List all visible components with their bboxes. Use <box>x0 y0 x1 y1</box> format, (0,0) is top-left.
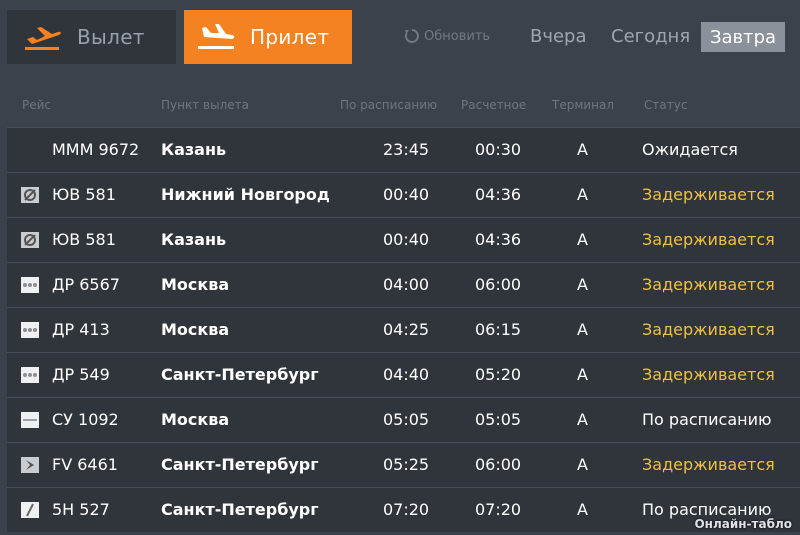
airline-logo-icon <box>21 367 39 383</box>
scheduled-time: 07:20 <box>383 500 430 519</box>
refresh-button[interactable]: Обновить <box>404 28 490 44</box>
status: Задерживается <box>642 320 775 339</box>
origin-city: Москва <box>161 275 230 294</box>
airline-logo-icon <box>21 187 39 203</box>
estimated-time: 06:15 <box>475 320 522 339</box>
status: Ожидается <box>642 140 738 159</box>
estimated-time: 05:05 <box>475 410 522 429</box>
airline-logo-icon <box>21 412 39 428</box>
flight-row[interactable]: ЮВ 581 Нижний Новгород 00:40 04:36 A Задержив… <box>7 172 800 217</box>
terminal: A <box>577 275 588 294</box>
terminal: A <box>577 185 588 204</box>
estimated-time: 06:00 <box>475 455 522 474</box>
header-status: Статус <box>644 98 688 112</box>
airline-logo-icon <box>21 277 39 293</box>
status: Задерживается <box>642 230 775 249</box>
terminal: A <box>577 500 588 519</box>
origin-city: Казань <box>161 230 227 249</box>
airline-logo-icon <box>21 322 39 338</box>
header-terminal: Терминал <box>552 98 615 112</box>
header-flight: Рейс <box>22 98 52 112</box>
flight-row[interactable]: FV 6461 Санкт-Петербург 05:25 06:00 A Задержи… <box>7 442 800 487</box>
status: Задерживается <box>642 365 775 384</box>
flight-number: ЮВ 581 <box>52 185 116 204</box>
origin-city: Москва <box>161 320 230 339</box>
flight-number: СУ 1092 <box>52 410 119 429</box>
terminal: A <box>577 455 588 474</box>
terminal: A <box>577 365 588 384</box>
flight-row[interactable]: ДР 413 Москва 04:25 06:15 A Задерживается <box>7 307 800 352</box>
scheduled-time: 05:25 <box>383 455 430 474</box>
scheduled-time: 04:00 <box>383 275 430 294</box>
plane-arrival-icon <box>198 24 235 49</box>
header-estimated: Расчетное <box>461 98 527 112</box>
terminal: A <box>577 140 588 159</box>
airline-logo-icon <box>21 502 39 518</box>
scheduled-time: 05:05 <box>383 410 430 429</box>
flight-number: МММ 9672 <box>52 140 140 159</box>
flight-row[interactable]: МММ 9672 Казань 23:45 00:30 A Ожидается <box>7 127 800 172</box>
flight-number: ДР 549 <box>52 365 110 384</box>
flight-number: ДР 413 <box>52 320 110 339</box>
flight-number: FV 6461 <box>52 455 118 474</box>
status: По расписанию <box>642 410 772 429</box>
tab-arrivals-label: Прилет <box>250 25 330 49</box>
header-scheduled: По расписанию <box>340 98 438 112</box>
origin-city: Санкт-Петербург <box>161 455 319 474</box>
status: Задерживается <box>642 275 775 294</box>
airline-logo-icon <box>21 457 39 473</box>
estimated-time: 04:36 <box>475 185 522 204</box>
flight-row[interactable]: ДР 549 Санкт-Петербург 04:40 05:20 A Задержив… <box>7 352 800 397</box>
header-origin: Пункт вылета <box>161 98 249 112</box>
refresh-label: Обновить <box>424 28 491 44</box>
terminal: A <box>577 230 588 249</box>
estimated-time: 07:20 <box>475 500 522 519</box>
airline-logo-icon <box>21 232 39 248</box>
origin-city: Казань <box>161 140 227 159</box>
flight-number: ДР 6567 <box>52 275 120 294</box>
terminal: A <box>577 410 588 429</box>
tab-departures[interactable]: Вылет <box>7 10 176 64</box>
flight-row[interactable]: СУ 1092 Москва 05:05 05:05 A По расписанию <box>7 397 800 442</box>
terminal: A <box>577 320 588 339</box>
flight-number: 5Н 527 <box>52 500 110 519</box>
refresh-icon <box>404 29 419 43</box>
estimated-time: 04:36 <box>475 230 522 249</box>
flight-number: ЮВ 581 <box>52 230 116 249</box>
tab-arrivals[interactable]: Прилет <box>184 10 352 64</box>
flight-row[interactable]: ДР 6567 Москва 04:00 06:00 A Задерживается <box>7 262 800 307</box>
scheduled-time: 04:25 <box>383 320 430 339</box>
plane-departure-icon <box>25 27 61 50</box>
scheduled-time: 00:40 <box>383 230 430 249</box>
day-today-button[interactable]: Сегодня <box>611 26 690 47</box>
origin-city: Нижний Новгород <box>161 185 330 204</box>
estimated-time: 05:20 <box>475 365 522 384</box>
origin-city: Москва <box>161 410 230 429</box>
day-yesterday-button[interactable]: Вчера <box>530 26 587 47</box>
flight-row[interactable]: ЮВ 581 Казань 00:40 04:36 A Задерживается <box>7 217 800 262</box>
day-tomorrow-button[interactable]: Завтра <box>701 22 785 52</box>
scheduled-time: 00:40 <box>383 185 430 204</box>
origin-city: Санкт-Петербург <box>161 500 319 519</box>
status: Задерживается <box>642 185 775 204</box>
estimated-time: 00:30 <box>475 140 522 159</box>
flight-board: МММ 9672 Казань 23:45 00:30 A Ожидается ЮВ 581… <box>7 127 800 532</box>
flight-row[interactable]: 5Н 527 Санкт-Петербург 07:20 07:20 A По распи… <box>7 487 800 532</box>
scheduled-time: 04:40 <box>383 365 430 384</box>
tab-departures-label: Вылет <box>77 25 145 49</box>
top-bar: Вылет Прилет Обновить Вчера Сегодня Завт… <box>0 0 800 90</box>
watermark: Онлайн-табло <box>694 517 792 531</box>
origin-city: Санкт-Петербург <box>161 365 319 384</box>
status: Задерживается <box>642 455 775 474</box>
estimated-time: 06:00 <box>475 275 522 294</box>
scheduled-time: 23:45 <box>383 140 430 159</box>
